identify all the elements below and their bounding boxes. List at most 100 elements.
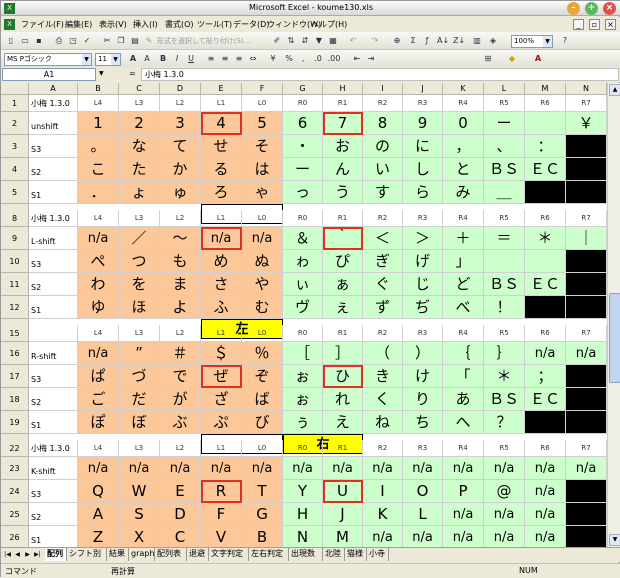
column-header[interactable]: M xyxy=(525,83,566,95)
key-cell[interactable]: ・ xyxy=(283,135,323,158)
key-cell[interactable]: は xyxy=(242,158,283,181)
key-cell[interactable]: う xyxy=(323,181,363,204)
minimize-icon[interactable]: – xyxy=(567,2,580,15)
key-cell[interactable]: み xyxy=(443,181,484,204)
key-cell[interactable]: り xyxy=(403,388,443,411)
menu-format[interactable]: 書式(O) xyxy=(165,19,194,30)
key-cell[interactable]: 5 xyxy=(242,112,283,135)
key-cell[interactable]: ￥ xyxy=(566,112,607,135)
key-cell[interactable]: 、 xyxy=(484,135,525,158)
row-header[interactable]: 1 xyxy=(1,95,29,112)
paste-special-button[interactable]: 形式を選択して貼り付け(S)... xyxy=(157,35,269,47)
row-header[interactable]: 11 xyxy=(1,273,29,296)
key-cell[interactable]: す xyxy=(363,181,403,204)
doc-minimize-icon[interactable]: _ xyxy=(573,19,584,30)
key-cell[interactable]: ぬ xyxy=(242,250,283,273)
row-header[interactable]: 22 xyxy=(1,440,29,457)
key-cell[interactable]: ど xyxy=(443,273,484,296)
column-header[interactable]: B xyxy=(78,83,119,95)
currency-icon[interactable]: ¥ xyxy=(267,53,279,65)
key-cell[interactable]: ） xyxy=(403,342,443,365)
row-header[interactable]: 8 xyxy=(1,210,29,227)
key-cell[interactable]: ＢＳ xyxy=(484,158,525,181)
key-cell[interactable]: 2 xyxy=(119,112,160,135)
print-icon[interactable]: ⎙ xyxy=(53,35,65,47)
row-header[interactable]: 9 xyxy=(1,227,29,250)
key-cell[interactable]: X xyxy=(119,526,160,547)
key-cell[interactable]: n/a xyxy=(363,457,403,480)
comma-icon[interactable]: , xyxy=(297,53,309,65)
key-cell[interactable]: え xyxy=(323,411,363,434)
key-cell[interactable]: ご xyxy=(78,388,119,411)
key-cell[interactable] xyxy=(566,526,607,547)
key-cell[interactable]: ぱ xyxy=(78,365,119,388)
key-cell[interactable]: ］ xyxy=(323,342,363,365)
key-cell[interactable]: こ xyxy=(78,158,119,181)
key-cell[interactable]: ぺ xyxy=(78,250,119,273)
menu-data[interactable]: データ(D) xyxy=(233,19,269,30)
key-cell[interactable]: ＥＣ xyxy=(525,273,566,296)
key-cell[interactable]: 」 xyxy=(443,250,484,273)
key-cell[interactable]: ぽ xyxy=(78,411,119,434)
key-cell[interactable]: ざ xyxy=(201,388,242,411)
doc-close-icon[interactable]: × xyxy=(605,19,616,30)
key-cell[interactable] xyxy=(566,135,607,158)
menu-view[interactable]: 表示(V) xyxy=(99,19,127,30)
key-cell[interactable]: n/a xyxy=(323,457,363,480)
key-cell[interactable]: た xyxy=(119,158,160,181)
function-icon[interactable]: ƒ xyxy=(421,35,433,47)
select-all-corner[interactable] xyxy=(1,83,29,95)
key-cell[interactable]: ゃ xyxy=(242,181,283,204)
key-cell[interactable]: そ xyxy=(242,135,283,158)
row-header[interactable]: 23 xyxy=(1,457,29,480)
key-cell[interactable]: n/a xyxy=(566,342,607,365)
column-header[interactable]: N xyxy=(566,83,607,95)
row-header[interactable]: 12 xyxy=(1,296,29,319)
key-cell[interactable]: V xyxy=(201,526,242,547)
row-header[interactable]: 15 xyxy=(1,325,29,342)
key-cell[interactable]: る xyxy=(201,158,242,181)
key-cell[interactable]: U xyxy=(323,480,363,503)
key-cell[interactable]: n/a xyxy=(283,457,323,480)
key-cell[interactable]: ぞ xyxy=(242,365,283,388)
row-header[interactable]: 3 xyxy=(1,135,29,158)
redo-icon[interactable]: ↷ xyxy=(369,35,381,47)
key-cell[interactable]: ぅ xyxy=(283,411,323,434)
key-cell[interactable]: ゎ xyxy=(283,250,323,273)
key-cell[interactable]: ょ xyxy=(119,181,160,204)
key-cell[interactable]: ヴ xyxy=(283,296,323,319)
key-cell[interactable]: ＆ xyxy=(283,227,323,250)
key-cell[interactable]: ま xyxy=(160,273,201,296)
key-cell[interactable]: O xyxy=(403,480,443,503)
bold-icon[interactable]: B xyxy=(157,53,169,65)
column-header[interactable]: K xyxy=(443,83,484,95)
undo-icon[interactable]: ↶ xyxy=(347,35,359,47)
key-cell[interactable]: だ xyxy=(119,388,160,411)
key-cell[interactable]: 0 xyxy=(443,112,484,135)
key-cell[interactable]: n/a xyxy=(566,457,607,480)
open-icon[interactable]: ▭ xyxy=(19,35,31,47)
key-cell[interactable]: N xyxy=(283,526,323,547)
key-cell[interactable]: つ xyxy=(119,250,160,273)
key-cell[interactable]: n/a xyxy=(403,526,443,547)
key-cell[interactable]: n/a xyxy=(242,457,283,480)
key-cell[interactable]: n/a xyxy=(160,457,201,480)
key-cell[interactable]: ＥＣ xyxy=(525,388,566,411)
key-cell[interactable]: ー xyxy=(484,112,525,135)
increase-decimal-icon[interactable]: .0 xyxy=(311,53,325,65)
key-cell[interactable]: づ xyxy=(119,365,160,388)
key-cell[interactable]: じ xyxy=(403,273,443,296)
percent-icon[interactable]: % xyxy=(283,53,295,65)
key-cell[interactable]: ” xyxy=(119,342,160,365)
key-cell[interactable]: ＋ xyxy=(443,227,484,250)
key-cell[interactable]: W xyxy=(119,480,160,503)
key-cell[interactable]: ＊ xyxy=(484,365,525,388)
key-cell[interactable]: く xyxy=(363,388,403,411)
key-cell[interactable]: わ xyxy=(78,273,119,296)
column-header[interactable]: C xyxy=(119,83,160,95)
sheet-tab[interactable]: 北陸 xyxy=(323,548,345,561)
key-cell[interactable]: ＢＳ xyxy=(484,273,525,296)
key-cell[interactable]: ひ xyxy=(323,365,363,388)
key-cell[interactable]: 。 xyxy=(78,135,119,158)
key-cell[interactable]: ぎ xyxy=(363,250,403,273)
